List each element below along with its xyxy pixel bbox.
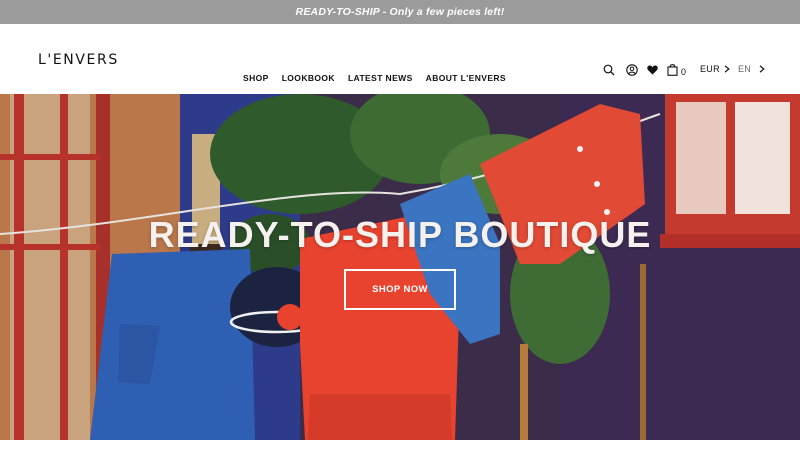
nav-about[interactable]: ABOUT L'ENVERS xyxy=(426,73,506,83)
heart-icon[interactable] xyxy=(647,65,658,75)
main-nav: SHOP LOOKBOOK LATEST NEWS ABOUT L'ENVERS xyxy=(243,73,519,83)
currency-label: EUR xyxy=(700,64,720,74)
site-header: L'ENVERS SHOP LOOKBOOK LATEST NEWS ABOUT… xyxy=(0,24,800,94)
search-icon[interactable] xyxy=(603,64,615,76)
nav-lookbook[interactable]: LOOKBOOK xyxy=(282,73,335,83)
shop-now-button[interactable]: SHOP NOW xyxy=(344,269,456,310)
cart-count: 0 xyxy=(681,67,687,77)
account-icon[interactable] xyxy=(626,64,638,76)
language-label: EN xyxy=(738,64,752,74)
nav-shop[interactable]: SHOP xyxy=(243,73,269,83)
logo[interactable]: L'ENVERS xyxy=(38,52,119,68)
hero-banner: READY-TO-SHIP BOUTIQUE SHOP NOW xyxy=(0,94,800,440)
chevron-right-icon xyxy=(759,65,765,73)
nav-latest-news[interactable]: LATEST NEWS xyxy=(348,73,413,83)
hero-title: READY-TO-SHIP BOUTIQUE xyxy=(148,214,652,255)
language-selector[interactable]: EN xyxy=(738,64,765,74)
announcement-bar: READY-TO-SHIP - Only a few pieces left! xyxy=(0,0,800,24)
bag-icon[interactable] xyxy=(667,63,678,76)
currency-selector[interactable]: EUR xyxy=(700,64,730,74)
page-bottom-strip xyxy=(0,440,800,450)
chevron-right-icon xyxy=(724,65,730,73)
hero-image xyxy=(0,94,800,440)
announcement-text: READY-TO-SHIP - Only a few pieces left! xyxy=(295,6,505,18)
